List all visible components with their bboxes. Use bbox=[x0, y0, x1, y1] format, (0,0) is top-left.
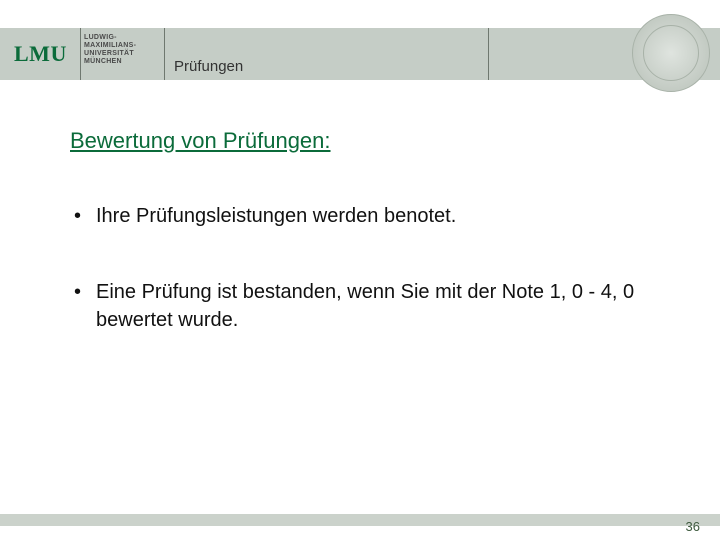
logo-subtext-line: UNIVERSITÄT bbox=[84, 50, 136, 58]
lmu-logo: LMU bbox=[14, 34, 76, 74]
page-number: 36 bbox=[686, 519, 700, 534]
bullet-item: Eine Prüfung ist bestanden, wenn Sie mit… bbox=[70, 278, 660, 334]
bullet-list: Ihre Prüfungsleistungen werden benotet. … bbox=[70, 202, 660, 334]
logo-subtext: LUDWIG- MAXIMILIANS- UNIVERSITÄT MÜNCHEN bbox=[84, 34, 136, 66]
logo-subtext-line: LUDWIG- bbox=[84, 34, 136, 42]
logo-subtext-line: MAXIMILIANS- bbox=[84, 42, 136, 50]
bullet-item: Ihre Prüfungsleistungen werden benotet. bbox=[70, 202, 660, 230]
content-area: Bewertung von Prüfungen: Ihre Prüfungsle… bbox=[70, 128, 660, 382]
slide-title: Bewertung von Prüfungen: bbox=[70, 128, 660, 154]
slide: LMU LUDWIG- MAXIMILIANS- UNIVERSITÄT MÜN… bbox=[0, 0, 720, 540]
header-divider bbox=[164, 28, 165, 80]
header-divider bbox=[488, 28, 489, 80]
logo-subtext-line: MÜNCHEN bbox=[84, 58, 136, 66]
header-divider bbox=[80, 28, 81, 80]
header-band: LMU LUDWIG- MAXIMILIANS- UNIVERSITÄT MÜN… bbox=[0, 28, 720, 80]
header-title: Prüfungen bbox=[174, 58, 243, 75]
logo-text: LMU bbox=[14, 41, 67, 67]
university-seal-icon bbox=[632, 14, 710, 92]
footer-bar bbox=[0, 514, 720, 526]
